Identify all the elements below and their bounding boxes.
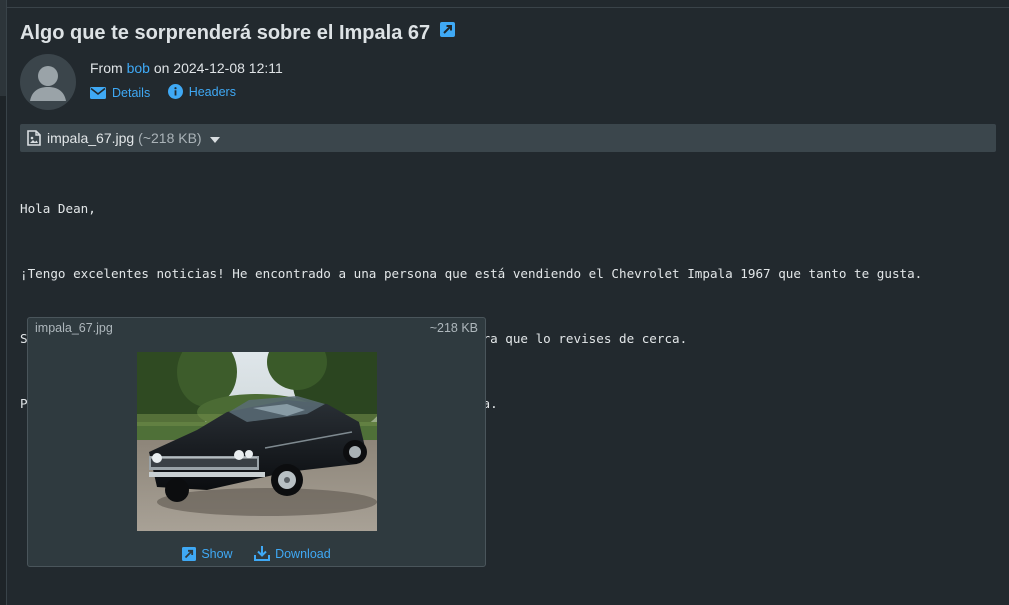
download-label: Download	[275, 546, 331, 561]
download-button[interactable]: Download	[254, 546, 331, 561]
attachment-bar[interactable]: impala_67.jpg (~218 KB)	[20, 124, 996, 152]
file-image-icon	[27, 130, 41, 146]
list-item-highlight	[0, 0, 6, 96]
preview-size: ~218 KB	[429, 321, 478, 335]
car-photo	[137, 352, 377, 531]
avatar-icon	[30, 66, 66, 101]
details-label: Details	[112, 86, 151, 100]
attachment-thumbnail[interactable]	[137, 352, 377, 531]
subject-text: Algo que te sorprenderá sobre el Impala …	[20, 22, 431, 44]
attachment-filename: impala_67.jpg	[47, 130, 135, 146]
from-label: From	[90, 60, 123, 76]
caret-down-icon[interactable]	[209, 130, 220, 146]
info-icon	[167, 84, 183, 99]
on-label: on	[153, 60, 170, 76]
preview-filename: impala_67.jpg	[35, 321, 113, 335]
preview-actions: Show Download	[28, 546, 485, 564]
external-link-icon[interactable]	[439, 20, 455, 43]
show-icon	[182, 547, 197, 561]
details-link[interactable]: Details	[90, 86, 150, 100]
attachment-summary[interactable]: impala_67.jpg (~218 KB)	[27, 130, 220, 146]
left-pane-edge	[0, 0, 7, 605]
sender-link[interactable]: bob	[127, 60, 150, 76]
attachment-preview-card: impala_67.jpg ~218 KB Show Download	[27, 317, 486, 567]
body-line: ¡Tengo excelentes noticias! He encontrad…	[20, 266, 923, 281]
headers-link[interactable]: Headers	[167, 84, 236, 99]
envelope-icon	[90, 87, 106, 99]
headers-label: Headers	[188, 84, 236, 99]
avatar	[20, 54, 76, 110]
sender-line: From bob on 2024-12-08 12:11	[90, 60, 283, 76]
show-button[interactable]: Show	[182, 547, 233, 561]
message-date: 2024-12-08 12:11	[173, 60, 283, 76]
download-icon	[254, 546, 271, 561]
message-subject: Algo que te sorprenderá sobre el Impala …	[20, 22, 455, 45]
attachment-size: (~218 KB)	[138, 130, 202, 146]
body-line: Hola Dean,	[20, 201, 96, 216]
show-label: Show	[201, 547, 233, 561]
divider	[6, 7, 1009, 8]
email-view: Algo que te sorprenderá sobre el Impala …	[0, 0, 1009, 605]
message-meta-links: Details Headers	[90, 84, 250, 102]
